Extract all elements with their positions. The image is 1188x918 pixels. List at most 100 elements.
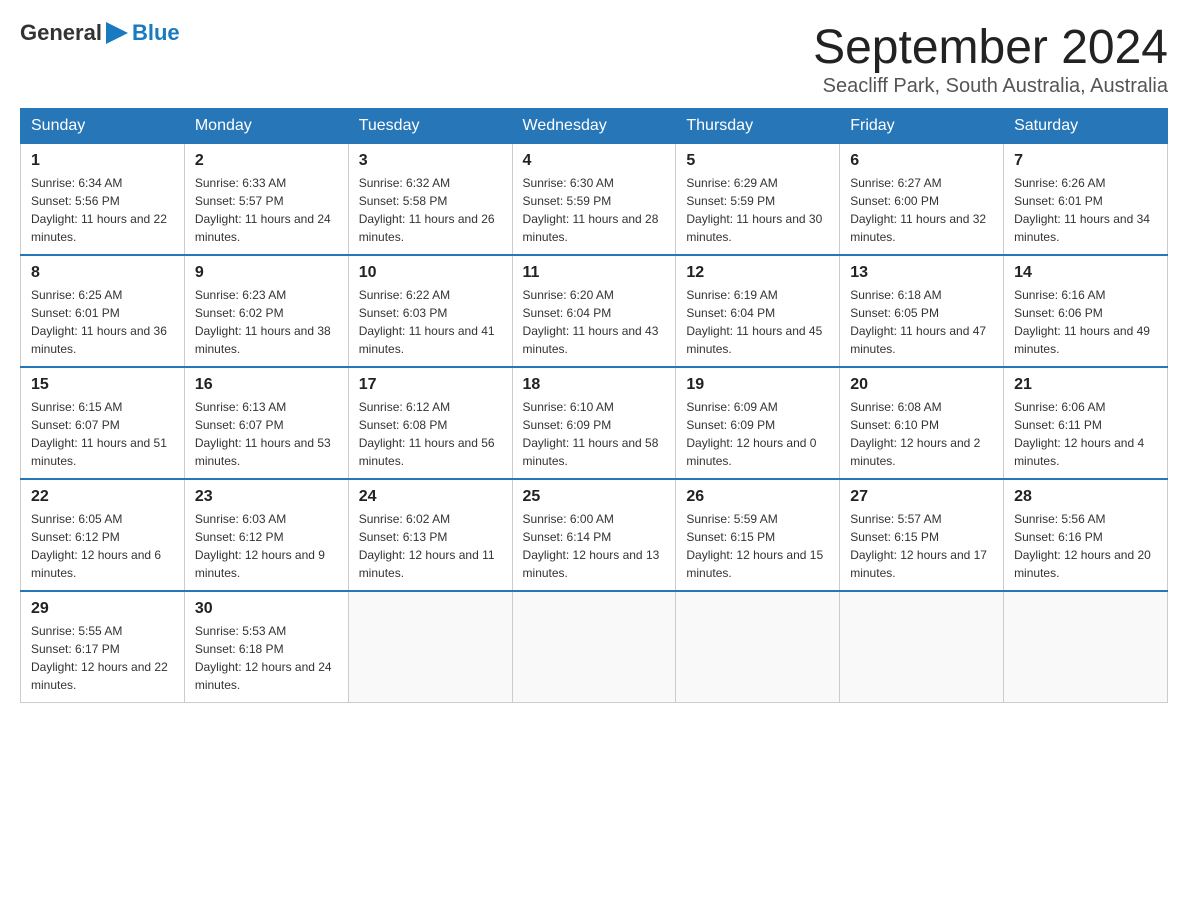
day-info: Sunrise: 6:06 AMSunset: 6:11 PMDaylight:… [1014,398,1157,470]
day-number: 30 [195,600,338,618]
day-info: Sunrise: 6:02 AMSunset: 6:13 PMDaylight:… [359,510,502,582]
day-number: 17 [359,376,502,394]
weekday-header-saturday: Saturday [1004,109,1168,144]
day-info: Sunrise: 6:08 AMSunset: 6:10 PMDaylight:… [850,398,993,470]
day-number: 22 [31,488,174,506]
calendar-cell: 4 Sunrise: 6:30 AMSunset: 5:59 PMDaylight… [512,144,676,256]
calendar-cell: 15 Sunrise: 6:15 AMSunset: 6:07 PMDayligh… [21,367,185,479]
day-number: 3 [359,152,502,170]
day-info: Sunrise: 6:25 AMSunset: 6:01 PMDaylight:… [31,286,174,358]
week-row-3: 15 Sunrise: 6:15 AMSunset: 6:07 PMDayligh… [21,367,1168,479]
logo-general-text: General [20,20,102,46]
day-number: 14 [1014,264,1157,282]
page-header: General Blue September 2024 Seacliff Par… [20,20,1168,98]
day-info: Sunrise: 6:34 AMSunset: 5:56 PMDaylight:… [31,174,174,246]
day-info: Sunrise: 6:13 AMSunset: 6:07 PMDaylight:… [195,398,338,470]
week-row-1: 1 Sunrise: 6:34 AMSunset: 5:56 PMDaylight… [21,144,1168,256]
day-number: 16 [195,376,338,394]
day-number: 2 [195,152,338,170]
weekday-header-friday: Friday [840,109,1004,144]
calendar-cell: 25 Sunrise: 6:00 AMSunset: 6:14 PMDayligh… [512,479,676,591]
day-number: 28 [1014,488,1157,506]
weekday-header-monday: Monday [184,109,348,144]
day-number: 26 [686,488,829,506]
day-number: 15 [31,376,174,394]
day-info: Sunrise: 5:53 AMSunset: 6:18 PMDaylight:… [195,622,338,694]
day-number: 29 [31,600,174,618]
day-info: Sunrise: 6:18 AMSunset: 6:05 PMDaylight:… [850,286,993,358]
calendar-cell [1004,591,1168,703]
calendar-cell: 21 Sunrise: 6:06 AMSunset: 6:11 PMDayligh… [1004,367,1168,479]
weekday-header-tuesday: Tuesday [348,109,512,144]
calendar-cell: 3 Sunrise: 6:32 AMSunset: 5:58 PMDaylight… [348,144,512,256]
day-number: 25 [523,488,666,506]
calendar-cell: 29 Sunrise: 5:55 AMSunset: 6:17 PMDayligh… [21,591,185,703]
calendar-cell: 10 Sunrise: 6:22 AMSunset: 6:03 PMDayligh… [348,255,512,367]
day-info: Sunrise: 5:55 AMSunset: 6:17 PMDaylight:… [31,622,174,694]
day-info: Sunrise: 6:15 AMSunset: 6:07 PMDaylight:… [31,398,174,470]
day-info: Sunrise: 5:56 AMSunset: 6:16 PMDaylight:… [1014,510,1157,582]
day-info: Sunrise: 6:00 AMSunset: 6:14 PMDaylight:… [523,510,666,582]
day-info: Sunrise: 6:22 AMSunset: 6:03 PMDaylight:… [359,286,502,358]
calendar-cell [840,591,1004,703]
day-number: 8 [31,264,174,282]
calendar-cell: 24 Sunrise: 6:02 AMSunset: 6:13 PMDayligh… [348,479,512,591]
week-row-5: 29 Sunrise: 5:55 AMSunset: 6:17 PMDayligh… [21,591,1168,703]
week-row-4: 22Sunrise: 6:05 AMSunset: 6:12 PMDayligh… [21,479,1168,591]
weekday-header-thursday: Thursday [676,109,840,144]
calendar-cell: 22Sunrise: 6:05 AMSunset: 6:12 PMDayligh… [21,479,185,591]
logo-arrow-icon [106,22,128,44]
day-number: 6 [850,152,993,170]
day-number: 21 [1014,376,1157,394]
calendar-cell: 9 Sunrise: 6:23 AMSunset: 6:02 PMDaylight… [184,255,348,367]
weekday-header-row: SundayMondayTuesdayWednesdayThursdayFrid… [21,109,1168,144]
weekday-header-sunday: Sunday [21,109,185,144]
day-info: Sunrise: 6:19 AMSunset: 6:04 PMDaylight:… [686,286,829,358]
week-row-2: 8 Sunrise: 6:25 AMSunset: 6:01 PMDaylight… [21,255,1168,367]
calendar-cell: 8 Sunrise: 6:25 AMSunset: 6:01 PMDaylight… [21,255,185,367]
day-number: 4 [523,152,666,170]
calendar-cell: 7Sunrise: 6:26 AMSunset: 6:01 PMDaylight… [1004,144,1168,256]
calendar-cell: 17Sunrise: 6:12 AMSunset: 6:08 PMDayligh… [348,367,512,479]
calendar-cell: 14 Sunrise: 6:16 AMSunset: 6:06 PMDayligh… [1004,255,1168,367]
day-info: Sunrise: 6:09 AMSunset: 6:09 PMDaylight:… [686,398,829,470]
logo: General Blue [20,20,180,46]
day-number: 24 [359,488,502,506]
calendar-cell: 16 Sunrise: 6:13 AMSunset: 6:07 PMDayligh… [184,367,348,479]
calendar-cell: 2 Sunrise: 6:33 AMSunset: 5:57 PMDaylight… [184,144,348,256]
day-number: 20 [850,376,993,394]
day-info: Sunrise: 6:20 AMSunset: 6:04 PMDaylight:… [523,286,666,358]
day-info: Sunrise: 6:27 AMSunset: 6:00 PMDaylight:… [850,174,993,246]
day-number: 9 [195,264,338,282]
title-section: September 2024 Seacliff Park, South Aust… [813,20,1168,98]
day-info: Sunrise: 5:59 AMSunset: 6:15 PMDaylight:… [686,510,829,582]
calendar-cell: 20 Sunrise: 6:08 AMSunset: 6:10 PMDayligh… [840,367,1004,479]
day-info: Sunrise: 6:10 AMSunset: 6:09 PMDaylight:… [523,398,666,470]
day-number: 23 [195,488,338,506]
day-info: Sunrise: 6:30 AMSunset: 5:59 PMDaylight:… [523,174,666,246]
day-info: Sunrise: 6:16 AMSunset: 6:06 PMDaylight:… [1014,286,1157,358]
day-info: Sunrise: 6:03 AMSunset: 6:12 PMDaylight:… [195,510,338,582]
day-info: Sunrise: 6:32 AMSunset: 5:58 PMDaylight:… [359,174,502,246]
calendar-cell: 28 Sunrise: 5:56 AMSunset: 6:16 PMDayligh… [1004,479,1168,591]
calendar-cell: 1 Sunrise: 6:34 AMSunset: 5:56 PMDaylight… [21,144,185,256]
calendar-cell: 12Sunrise: 6:19 AMSunset: 6:04 PMDayligh… [676,255,840,367]
day-number: 7 [1014,152,1157,170]
calendar-cell: 23 Sunrise: 6:03 AMSunset: 6:12 PMDayligh… [184,479,348,591]
calendar-cell: 11 Sunrise: 6:20 AMSunset: 6:04 PMDayligh… [512,255,676,367]
day-number: 10 [359,264,502,282]
day-number: 1 [31,152,174,170]
day-number: 19 [686,376,829,394]
day-number: 27 [850,488,993,506]
day-info: Sunrise: 6:29 AMSunset: 5:59 PMDaylight:… [686,174,829,246]
day-info: Sunrise: 6:23 AMSunset: 6:02 PMDaylight:… [195,286,338,358]
month-title: September 2024 [813,20,1168,75]
day-number: 11 [523,264,666,282]
calendar-cell: 5 Sunrise: 6:29 AMSunset: 5:59 PMDaylight… [676,144,840,256]
calendar-cell: 26 Sunrise: 5:59 AMSunset: 6:15 PMDayligh… [676,479,840,591]
day-number: 5 [686,152,829,170]
calendar-cell: 27Sunrise: 5:57 AMSunset: 6:15 PMDayligh… [840,479,1004,591]
logo-blue-text: Blue [132,20,180,46]
day-info: Sunrise: 6:33 AMSunset: 5:57 PMDaylight:… [195,174,338,246]
calendar-cell: 30 Sunrise: 5:53 AMSunset: 6:18 PMDayligh… [184,591,348,703]
